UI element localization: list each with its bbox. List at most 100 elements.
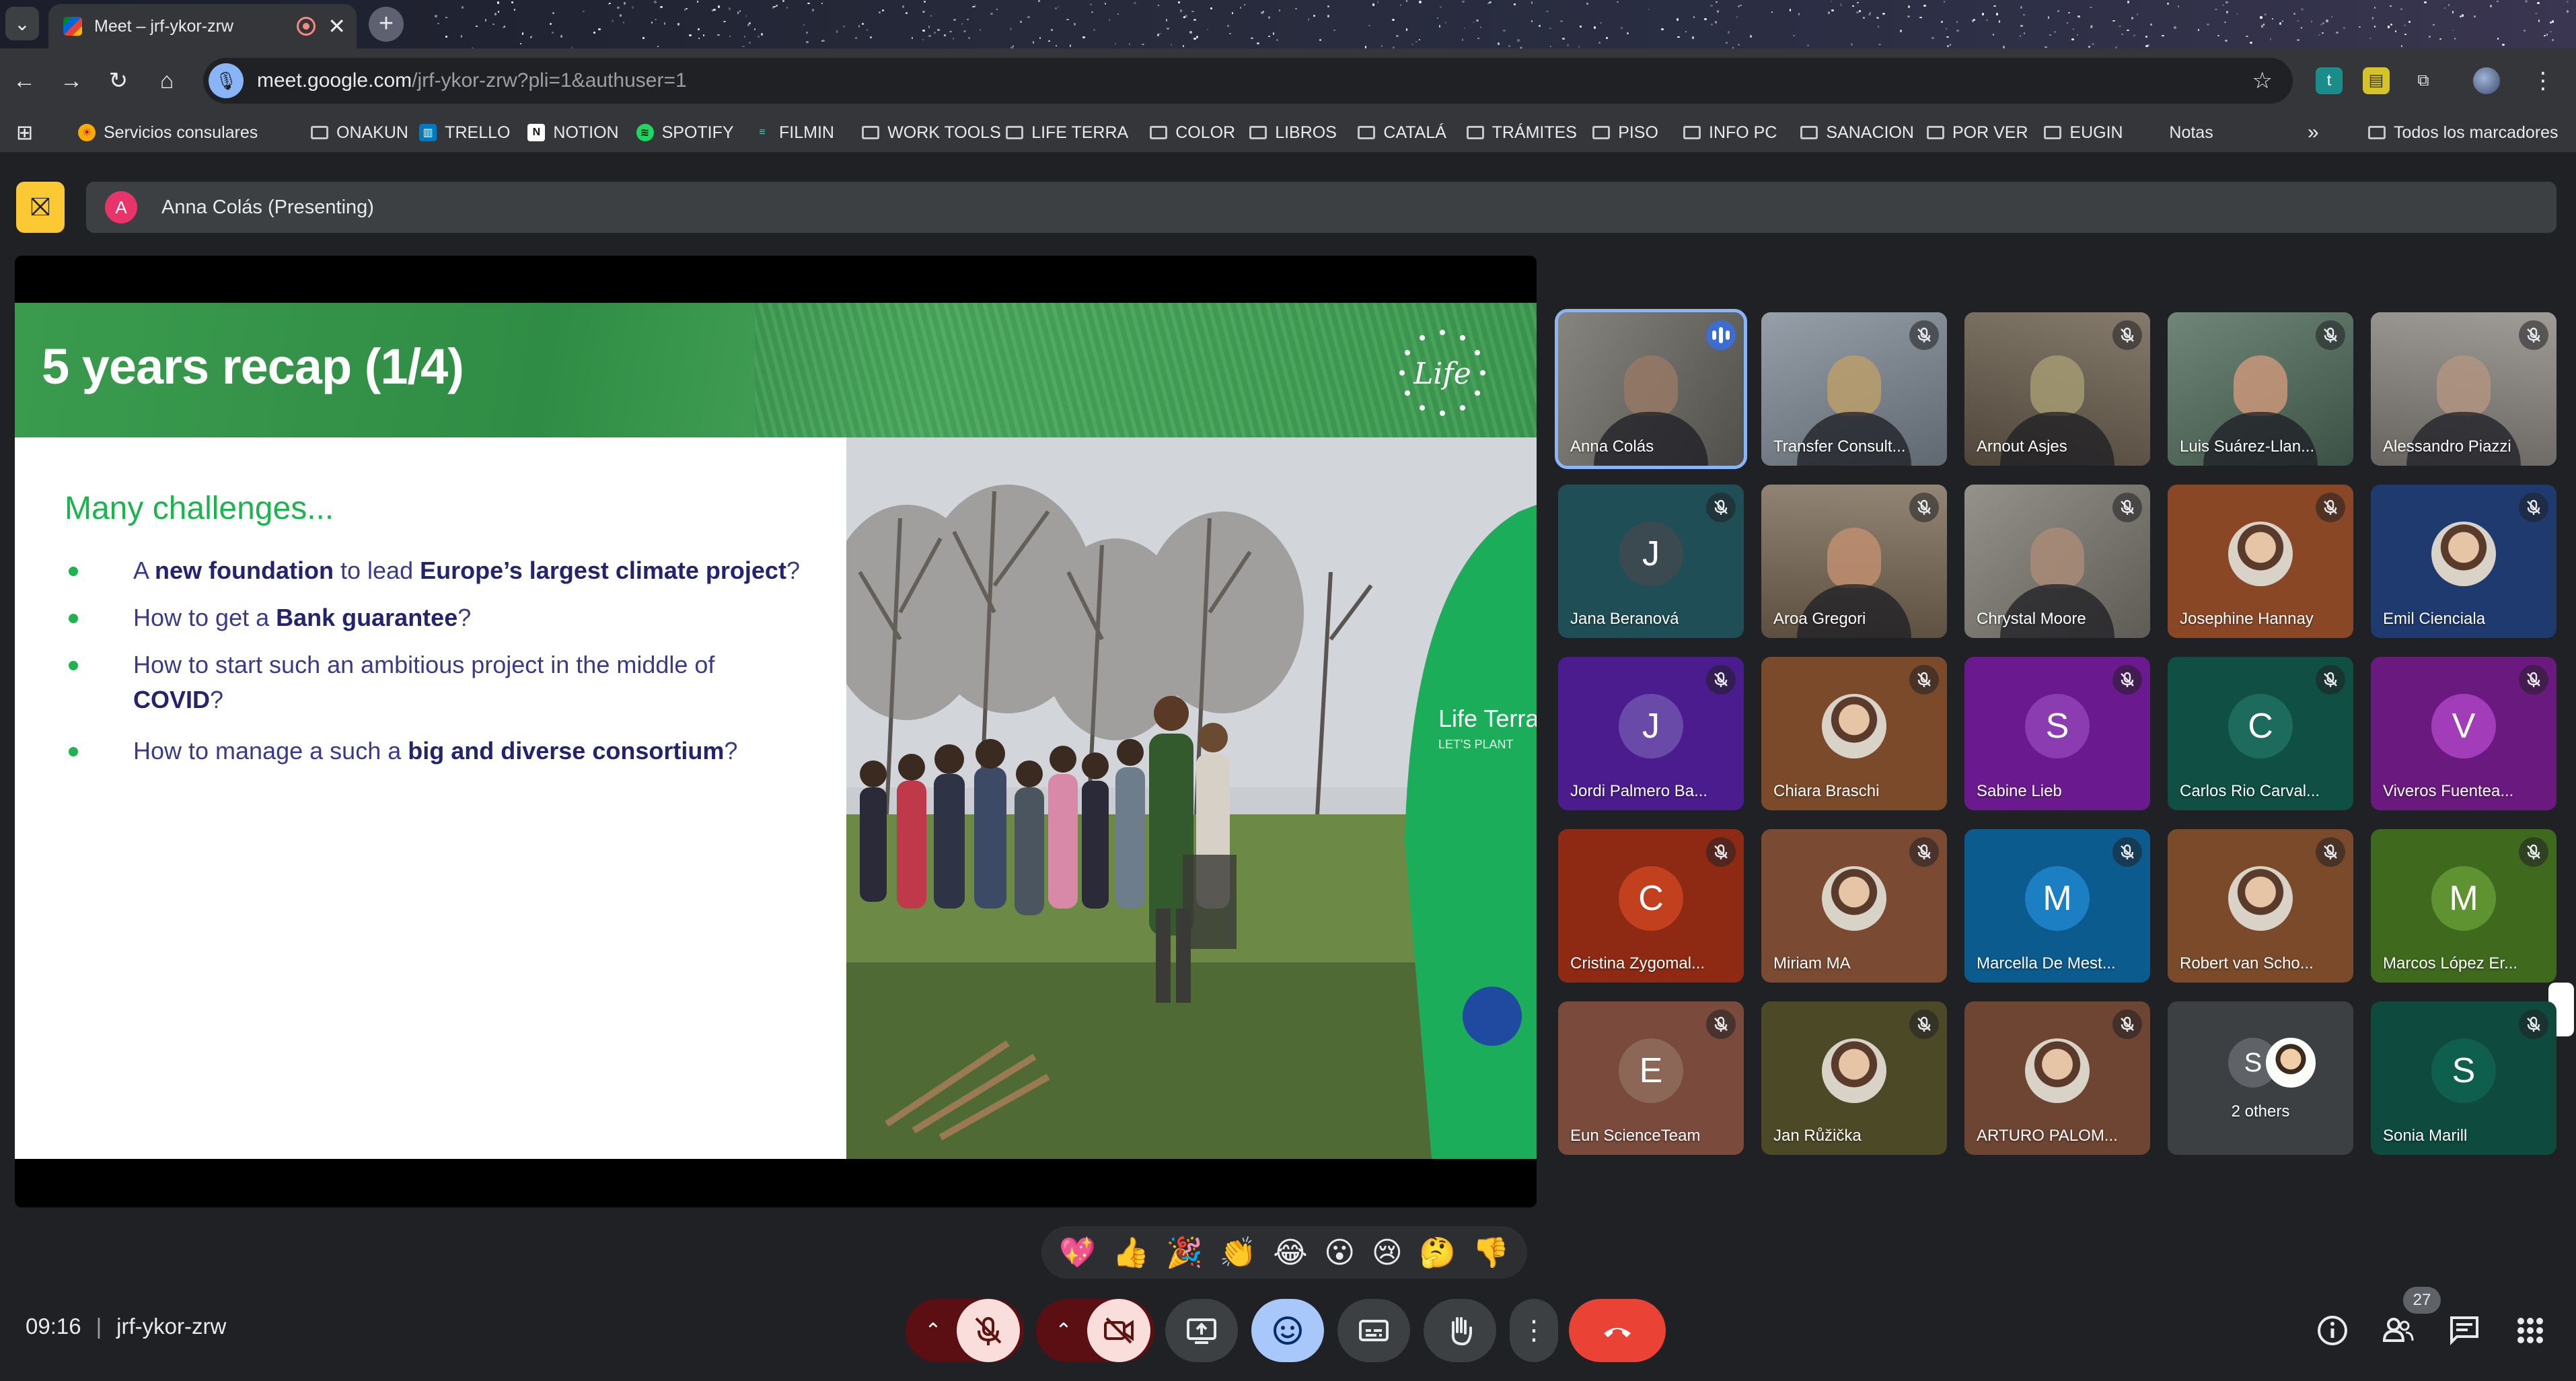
participant-tile[interactable]: Emil Cienciala: [2371, 485, 2556, 638]
bookmark-sanacion[interactable]: SANACION: [1800, 121, 1914, 144]
captions-button[interactable]: [1337, 1299, 1410, 1362]
participant-tile[interactable]: Transfer Consult...: [1761, 312, 1947, 466]
participant-tile[interactable]: S Sabine Lieb: [1964, 657, 2150, 810]
mic-off-icon: [1909, 837, 1939, 867]
folder-icon: [311, 126, 328, 139]
participant-tile[interactable]: C Carlos Rio Carval...: [2168, 657, 2353, 810]
apps-grid-icon[interactable]: ⊞: [16, 121, 33, 144]
bookmark-trello[interactable]: ▥ TRELLO: [419, 121, 510, 144]
camera-toggle-button[interactable]: [1087, 1299, 1150, 1362]
participant-tile[interactable]: Arnout Asjes: [1964, 312, 2150, 466]
activities-grid-icon[interactable]: [2511, 1311, 2550, 1350]
bookmark-eugin[interactable]: EUGIN: [2044, 121, 2123, 144]
participant-tile[interactable]: C Cristina Zygomal...: [1558, 829, 1744, 983]
profile-avatar[interactable]: [2473, 67, 2500, 94]
participant-tile[interactable]: Luis Suárez-Llan...: [2168, 312, 2353, 466]
forward-button[interactable]: →: [54, 63, 89, 98]
participant-tile[interactable]: E Eun ScienceTeam: [1558, 1001, 1744, 1155]
participant-tile[interactable]: Robert van Scho...: [2168, 829, 2353, 983]
back-button[interactable]: ←: [7, 63, 42, 98]
reaction-emoji[interactable]: 🎉: [1166, 1235, 1203, 1270]
reaction-emoji[interactable]: 😮: [1324, 1236, 1355, 1270]
folder-icon: [1683, 126, 1701, 139]
participant-tile[interactable]: Alessandro Piazzi: [2371, 312, 2556, 466]
leave-call-button[interactable]: [1569, 1299, 1666, 1362]
extension-notes-icon[interactable]: ▤: [2363, 67, 2390, 94]
address-bar[interactable]: 🎙 meet.google.com/jrf-ykor-zrw?pli=1&aut…: [203, 58, 2293, 104]
reaction-emoji[interactable]: 😂: [1273, 1236, 1307, 1270]
participant-tile[interactable]: Aroa Gregori: [1761, 485, 1947, 638]
browser-toolbar: ← → ↻ ⌂ 🎙 meet.google.com/jrf-ykor-zrw?p…: [0, 48, 2576, 113]
chat-icon[interactable]: [2445, 1311, 2484, 1350]
participant-tile[interactable]: Miriam MA: [1761, 829, 1947, 983]
bookmark-spotify[interactable]: ≋ SPOTIFY: [636, 121, 734, 144]
all-bookmarks-folder[interactable]: Todos los marcadores: [2368, 121, 2559, 144]
bookmark-onakun[interactable]: ONAKUN: [311, 121, 408, 144]
bookmark-info-pc[interactable]: INFO PC: [1683, 121, 1777, 144]
extension-translate-icon[interactable]: t: [2316, 67, 2343, 94]
reaction-emoji[interactable]: 💖: [1059, 1235, 1096, 1270]
participant-tile[interactable]: M Marcos López Er...: [2371, 829, 2556, 983]
camera-options-chevron-icon[interactable]: ⌃: [1040, 1299, 1087, 1362]
bookmark-piso[interactable]: PISO: [1592, 121, 1658, 144]
reactions-button[interactable]: [1251, 1299, 1324, 1362]
participant-tile[interactable]: Chiara Braschi: [1761, 657, 1947, 810]
mic-options-chevron-icon[interactable]: ⌃: [910, 1299, 957, 1362]
bookmark-work-tools[interactable]: WORK TOOLS: [862, 121, 1001, 144]
bookmark-servicios-consulares[interactable]: ☀ Servicios consulares: [78, 121, 258, 144]
present-screen-button[interactable]: [1165, 1299, 1238, 1362]
close-tab-icon[interactable]: ✕: [328, 13, 346, 39]
presentation-view[interactable]: 5 years recap (1/4) Life Many challenges…: [15, 256, 1537, 1207]
raise-hand-button[interactable]: [1424, 1299, 1496, 1362]
new-tab-button[interactable]: +: [369, 7, 404, 42]
participant-tile[interactable]: ARTURO PALOM...: [1964, 1001, 2150, 1155]
camera-off-icon: [1104, 1317, 1134, 1344]
bookmark-life-terra[interactable]: LIFE TERRA: [1006, 121, 1128, 144]
bookmark-por-ver[interactable]: POR VER: [1927, 121, 2028, 144]
more-options-button[interactable]: ⋮: [1510, 1299, 1558, 1362]
participant-name: Marcella De Mest...: [1977, 954, 2116, 972]
reaction-emoji[interactable]: 👏: [1220, 1235, 1257, 1270]
tab-search-button[interactable]: ⌄: [5, 7, 39, 40]
participant-tile[interactable]: J Jana Beranová: [1558, 485, 1744, 638]
participant-tile[interactable]: Chrystal Moore: [1964, 485, 2150, 638]
more-bookmarks-icon[interactable]: »: [2308, 121, 2319, 144]
bookmark-tr-mites[interactable]: TRÁMITES: [1466, 121, 1577, 144]
reaction-emoji[interactable]: 👎: [1473, 1235, 1510, 1270]
reload-button[interactable]: ↻: [101, 63, 136, 98]
participant-name: Carlos Rio Carval...: [2180, 782, 2320, 800]
participant-tile[interactable]: S Sonia Marill: [2371, 1001, 2556, 1155]
bookmark-notas[interactable]: Notas: [2143, 121, 2213, 144]
bookmark-filmin[interactable]: ≡ FILMIN: [753, 121, 834, 144]
mic-off-icon: [2112, 493, 2142, 522]
bookmark-star-icon[interactable]: ☆: [2252, 67, 2273, 94]
mic-toggle-button[interactable]: [957, 1299, 1020, 1362]
reaction-emoji[interactable]: 😢: [1372, 1236, 1403, 1270]
extensions-puzzle-icon[interactable]: ⧉: [2410, 67, 2437, 94]
captions-icon: [1359, 1320, 1389, 1341]
participant-tile[interactable]: Josephine Hannay: [2168, 485, 2353, 638]
participant-tile[interactable]: Jan Růžička: [1761, 1001, 1947, 1155]
home-button[interactable]: ⌂: [149, 63, 184, 98]
mic-off-icon: [2112, 837, 2142, 867]
bookmark-libros[interactable]: LIBROS: [1249, 121, 1337, 144]
participant-tile[interactable]: S2 others: [2168, 1001, 2353, 1155]
participant-photo: [2431, 521, 2496, 586]
browser-menu-icon[interactable]: ⋮: [2530, 67, 2556, 94]
participant-tile[interactable]: M Marcella De Mest...: [1964, 829, 2150, 983]
stop-presenting-icon[interactable]: ⛝: [16, 182, 65, 233]
browser-tab-meet[interactable]: Meet – jrf-ykor-zrw ✕: [48, 4, 357, 48]
people-icon[interactable]: [2379, 1311, 2418, 1350]
meeting-details-info-icon[interactable]: [2313, 1311, 2352, 1350]
reaction-emoji[interactable]: 👍: [1113, 1235, 1150, 1270]
mic-off-icon: [1909, 665, 1939, 695]
mic-off-icon: [1706, 1010, 1736, 1039]
participant-tile[interactable]: V Viveros Fuentea...: [2371, 657, 2556, 810]
reaction-emoji[interactable]: 🤔: [1419, 1235, 1456, 1270]
bookmark-notion[interactable]: N NOTION: [527, 121, 619, 144]
bookmark-catal-[interactable]: CATALÁ: [1358, 121, 1446, 144]
participant-tile[interactable]: J Jordi Palmero Ba...: [1558, 657, 1744, 810]
site-info-icon[interactable]: 🎙: [209, 63, 244, 98]
participant-tile[interactable]: Anna Colás: [1555, 309, 1747, 469]
bookmark-color[interactable]: COLOR: [1150, 121, 1235, 144]
